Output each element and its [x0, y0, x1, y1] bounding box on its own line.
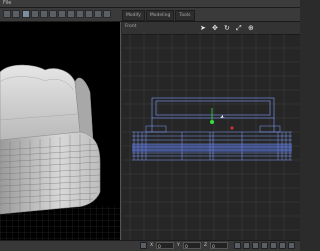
snap-icon[interactable]: [58, 10, 66, 18]
scale-icon[interactable]: ⤢: [236, 24, 242, 32]
menu-bar: File: [0, 0, 300, 8]
z-label: Z: [204, 243, 208, 248]
menu-file[interactable]: File: [3, 0, 11, 7]
base-wireframe: [132, 125, 292, 161]
layers-icon[interactable]: [103, 10, 111, 18]
tab-modeling[interactable]: Modeling: [145, 10, 175, 21]
z-coordinate-field[interactable]: 0: [210, 242, 228, 250]
base-selection-band: [132, 144, 292, 152]
orbit-nav-icon[interactable]: [252, 242, 259, 249]
perspective-scene: [0, 64, 120, 240]
select-icon[interactable]: [22, 10, 30, 18]
pan-icon[interactable]: [243, 242, 250, 249]
x-coordinate-field[interactable]: 0: [156, 242, 174, 250]
field-of-view-icon[interactable]: [270, 242, 277, 249]
orbit-icon[interactable]: ⊕: [248, 24, 254, 32]
headboard-outline: [151, 97, 275, 132]
zoom-extents-icon[interactable]: [279, 242, 286, 249]
status-bar: X 0 Y 0 Z 0: [0, 240, 300, 251]
pivot-gizmo[interactable]: [210, 108, 234, 130]
move-icon[interactable]: ✥: [212, 24, 218, 32]
select-arrow-icon[interactable]: ➤: [200, 24, 206, 32]
rotate-icon[interactable]: ↻: [224, 24, 230, 32]
main-toolbar: Modify Modeling Tools: [0, 8, 300, 22]
lock-icon[interactable]: [140, 242, 147, 249]
viewport-label: Front: [125, 24, 137, 29]
ortho-grid: [122, 34, 300, 240]
headboard-panel: [0, 64, 81, 143]
redo-icon[interactable]: [12, 10, 20, 18]
camera-icon[interactable]: [94, 10, 102, 18]
y-coordinate-field[interactable]: 0: [183, 242, 201, 250]
front-viewport[interactable]: Front ➤ ✥ ↻ ⤢ ⊕: [122, 22, 300, 240]
zoom-icon[interactable]: [234, 242, 241, 249]
ortho-scene: [122, 34, 300, 240]
move-tool-icon[interactable]: [31, 10, 39, 18]
undo-icon[interactable]: [3, 10, 11, 18]
walk-icon[interactable]: [288, 242, 295, 249]
perspective-viewport[interactable]: [0, 22, 121, 240]
scale-tool-icon[interactable]: [49, 10, 57, 18]
material-icon[interactable]: [76, 10, 84, 18]
render-icon[interactable]: [67, 10, 75, 18]
maximize-icon[interactable]: [261, 242, 268, 249]
toolbar-tabs: Modify Modeling Tools: [122, 10, 196, 21]
tab-tools[interactable]: Tools: [175, 10, 195, 21]
x-label: X: [150, 243, 154, 248]
rotate-tool-icon[interactable]: [40, 10, 48, 18]
light-icon[interactable]: [85, 10, 93, 18]
y-label: Y: [177, 243, 180, 248]
tab-modify[interactable]: Modify: [122, 10, 145, 21]
